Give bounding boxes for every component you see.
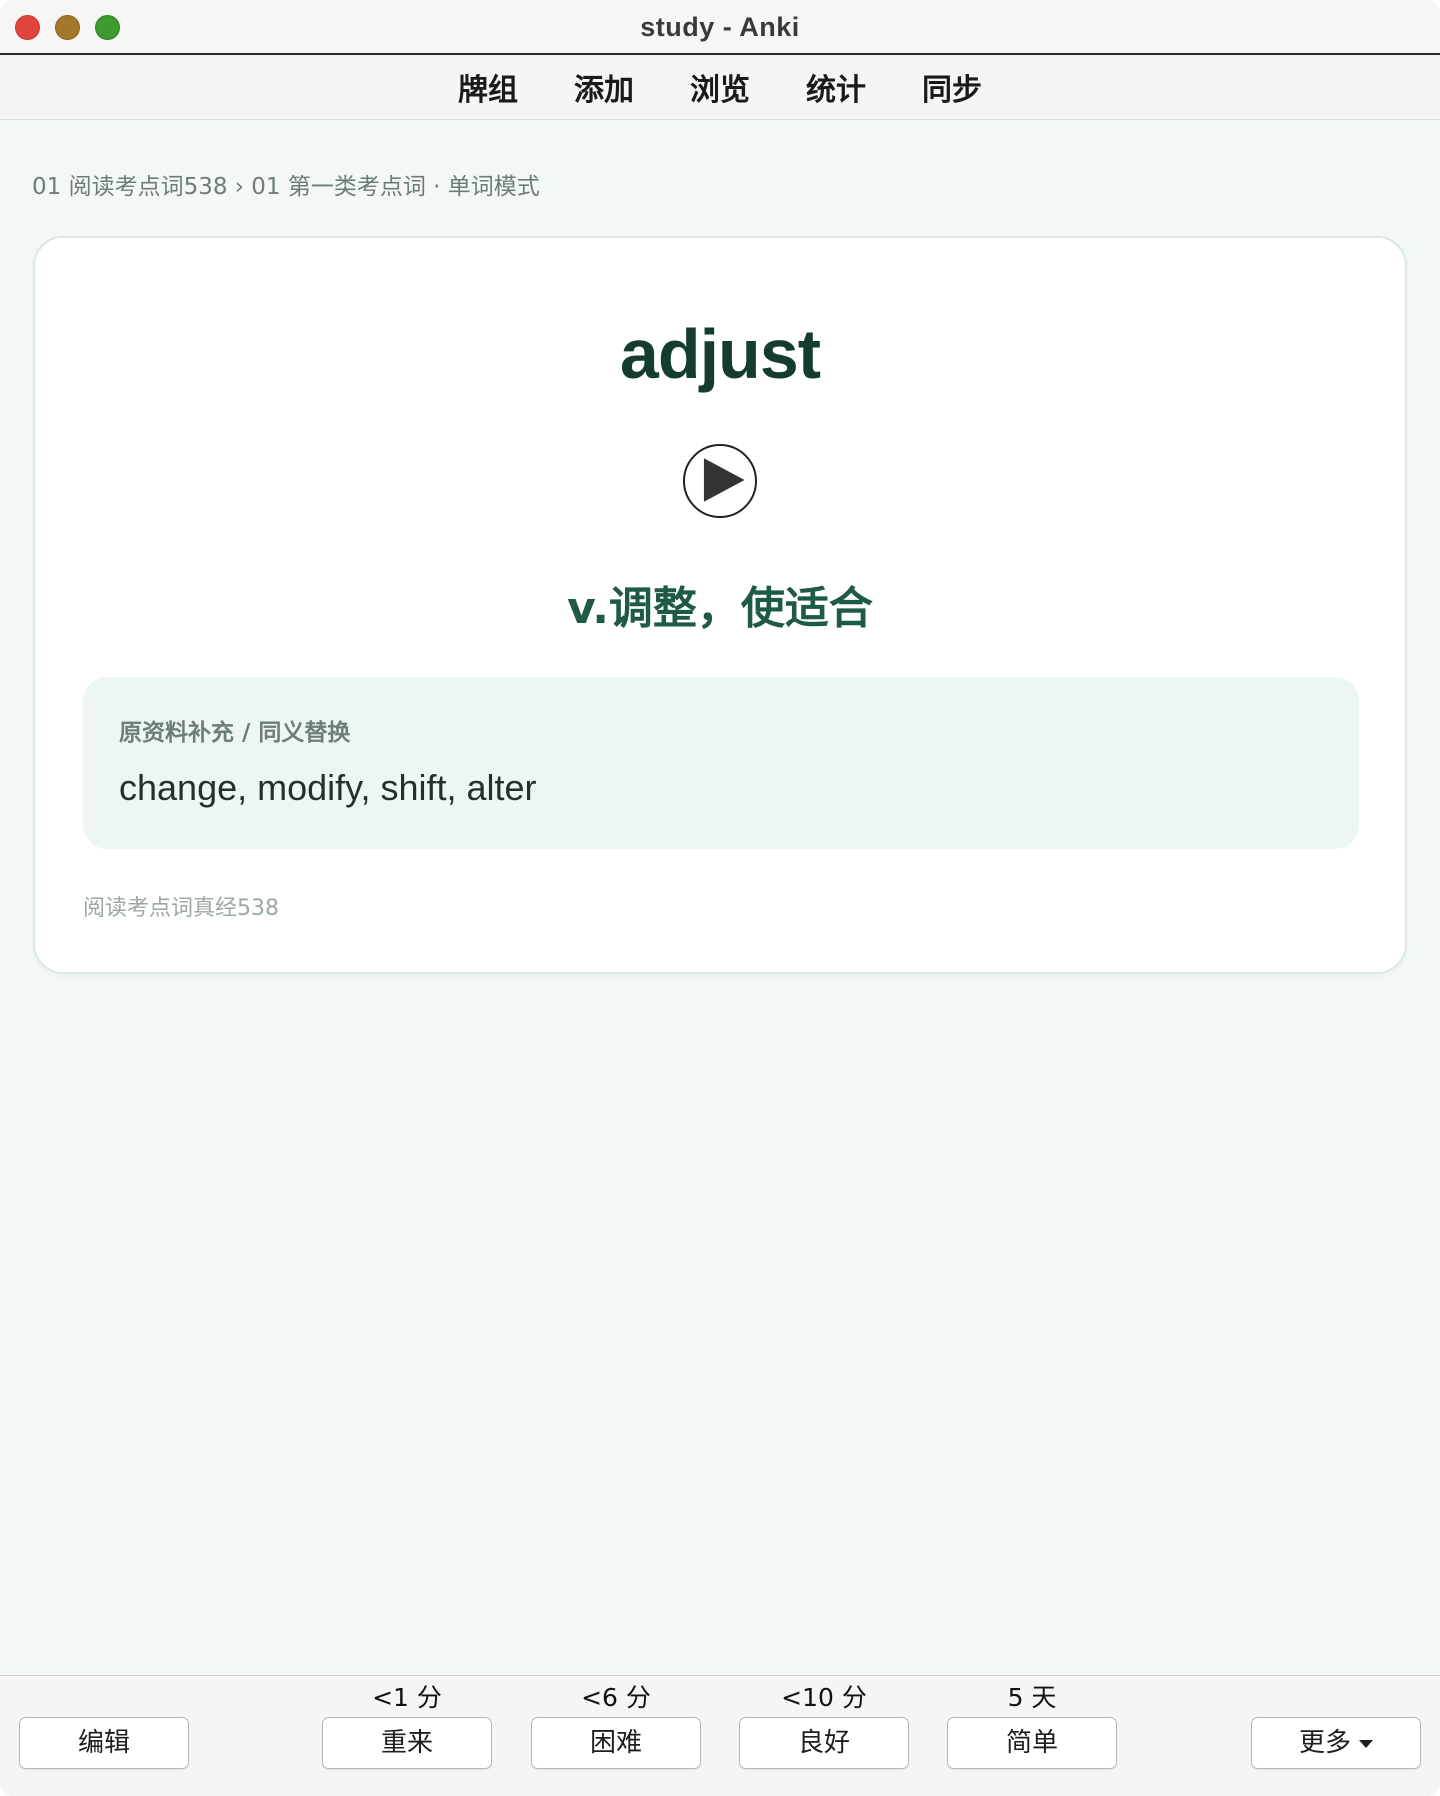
more-button[interactable]: 更多 xyxy=(1251,1717,1421,1769)
more-label: 更多 xyxy=(1298,1728,1351,1758)
deck-breadcrumb: 01 阅读考点词538 › 01 第一类考点词 · 单词模式 xyxy=(32,174,540,200)
nav-sync[interactable]: 同步 xyxy=(894,65,1010,109)
card-source: 阅读考点词真经538 xyxy=(83,896,279,921)
top-nav: 牌组 添加 浏览 统计 同步 xyxy=(0,55,1440,120)
supplement-label: 原资料补充 / 同义替换 xyxy=(119,720,351,746)
chevron-down-icon xyxy=(1359,1739,1373,1748)
good-interval: <10 分 xyxy=(781,1683,867,1712)
card-meaning: v.调整，使适合 xyxy=(567,583,873,634)
card-word: adjust xyxy=(619,315,821,393)
review-bottom-bar: 编辑 <1 分 重来 <6 分 困难 <10 分 良好 5 天 简单 更多 xyxy=(0,1675,1440,1796)
good-button[interactable]: 良好 xyxy=(739,1717,909,1769)
title-bar: study - Anki xyxy=(0,0,1440,55)
nav-stats[interactable]: 统计 xyxy=(778,65,894,109)
again-interval: <1 分 xyxy=(372,1683,442,1712)
hard-button[interactable]: 困难 xyxy=(531,1717,701,1769)
hard-interval: <6 分 xyxy=(581,1683,651,1712)
nav-add[interactable]: 添加 xyxy=(546,65,662,109)
anki-window: study - Anki 牌组 添加 浏览 统计 同步 01 阅读考点词538 … xyxy=(0,0,1440,1796)
window-title: study - Anki xyxy=(640,12,800,42)
supplement-text: change, modify, shift, alter xyxy=(119,767,537,808)
nav-browse[interactable]: 浏览 xyxy=(662,65,778,109)
play-icon xyxy=(703,458,745,502)
play-audio-button[interactable] xyxy=(683,444,757,518)
easy-interval: 5 天 xyxy=(1007,1683,1057,1712)
supplement-box: 原资料补充 / 同义替换 change, modify, shift, alte… xyxy=(83,677,1359,849)
edit-button[interactable]: 编辑 xyxy=(19,1717,189,1769)
again-button[interactable]: 重来 xyxy=(322,1717,492,1769)
flashcard: adjust v.调整，使适合 原资料补充 / 同义替换 change, mod… xyxy=(33,236,1407,974)
easy-button[interactable]: 简单 xyxy=(947,1717,1117,1769)
nav-decks[interactable]: 牌组 xyxy=(430,65,546,109)
